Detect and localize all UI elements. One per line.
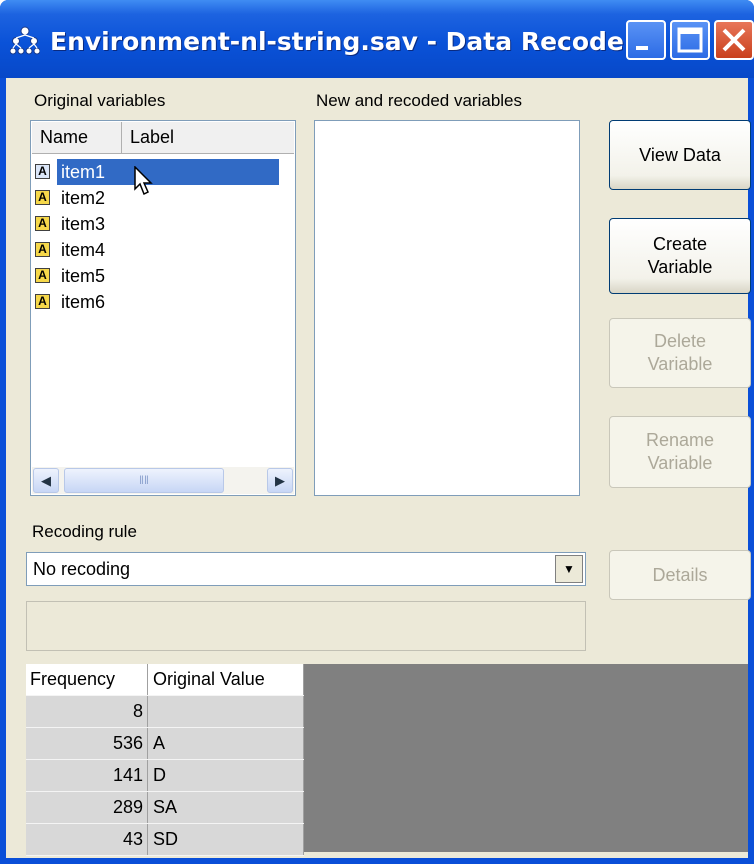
- window-title: Environment-nl-string.sav - Data Recode: [50, 27, 624, 56]
- column-header-original-value[interactable]: Original Value: [148, 664, 304, 695]
- rename-variable-button[interactable]: Rename Variable: [609, 416, 751, 488]
- grip-icon: ‖‖: [139, 473, 149, 487]
- column-header-label[interactable]: Label: [122, 122, 294, 153]
- details-button[interactable]: Details: [609, 550, 751, 600]
- table-row[interactable]: 536 A: [26, 728, 304, 760]
- frequency-table: Frequency Original Value 8 536 A 141 D 2…: [26, 664, 304, 856]
- rename-variable-label-2: Variable: [647, 453, 713, 473]
- string-variable-icon: A: [35, 268, 50, 283]
- details-label: Details: [652, 564, 708, 585]
- rename-variable-label-1: Rename: [645, 430, 715, 450]
- string-variable-icon: A: [35, 190, 50, 205]
- frequency-cell: 536: [26, 728, 148, 759]
- app-tree-icon: [10, 26, 40, 55]
- chevron-left-icon: ◀: [41, 473, 51, 488]
- variable-name: item6: [61, 292, 106, 312]
- mouse-pointer-icon: [134, 166, 153, 196]
- variable-name: item4: [61, 240, 106, 260]
- minimize-icon: [636, 46, 648, 50]
- frequency-grid[interactable]: Frequency Original Value 8 536 A 141 D 2…: [26, 664, 748, 856]
- recoding-rule-select[interactable]: No recoding ▼: [26, 552, 586, 586]
- table-row[interactable]: 141 D: [26, 760, 304, 792]
- view-data-button[interactable]: View Data: [609, 120, 751, 190]
- table-header-row: Frequency Original Value: [26, 664, 304, 696]
- list-header: Name Label: [32, 122, 294, 154]
- delete-variable-button[interactable]: Delete Variable: [609, 318, 751, 388]
- new-variables-label: New and recoded variables: [316, 91, 523, 110]
- column-header-name[interactable]: Name: [32, 122, 122, 153]
- string-variable-icon: A: [35, 164, 50, 179]
- scroll-left-button[interactable]: ◀: [33, 468, 59, 493]
- original-value-cell: A: [148, 728, 304, 759]
- maximize-button[interactable]: [670, 20, 710, 60]
- new-variables-list[interactable]: [314, 120, 580, 496]
- original-variables-list[interactable]: Name Label A item1 A item2 A item3 A ite…: [30, 120, 296, 496]
- recoding-rule-label: Recoding rule: [32, 522, 137, 541]
- frequency-cell: 289: [26, 792, 148, 823]
- string-variable-icon: A: [35, 216, 50, 231]
- original-value-cell: SD: [148, 824, 304, 855]
- horizontal-scrollbar[interactable]: ◀ ‖‖ ▶: [32, 467, 294, 494]
- create-variable-label-1: Create: [652, 234, 708, 254]
- recoding-description-box: [26, 601, 586, 651]
- table-row[interactable]: 43 SD: [26, 824, 304, 856]
- table-row[interactable]: 8: [26, 696, 304, 728]
- string-variable-icon: A: [35, 294, 50, 309]
- chevron-right-icon: ▶: [275, 473, 285, 488]
- close-icon: [722, 28, 746, 52]
- column-header-frequency[interactable]: Frequency: [26, 664, 148, 695]
- data-recode-window: Environment-nl-string.sav - Data Recode …: [0, 0, 754, 864]
- create-variable-label-2: Variable: [647, 257, 713, 277]
- recoding-rule-value: No recoding: [33, 559, 131, 579]
- original-value-cell: [148, 696, 304, 727]
- original-variables-label: Original variables: [34, 91, 166, 110]
- create-variable-button[interactable]: Create Variable: [609, 218, 751, 294]
- view-data-label: View Data: [639, 144, 721, 165]
- dropdown-button[interactable]: ▼: [555, 555, 583, 583]
- original-value-cell: SA: [148, 792, 304, 823]
- frequency-cell: 141: [26, 760, 148, 791]
- scroll-thumb[interactable]: ‖‖: [64, 468, 224, 493]
- title-bar[interactable]: Environment-nl-string.sav - Data Recode: [0, 0, 754, 78]
- close-button[interactable]: [714, 20, 754, 60]
- delete-variable-label-1: Delete: [653, 331, 707, 351]
- frequency-cell: 43: [26, 824, 148, 855]
- frequency-cell: 8: [26, 696, 148, 727]
- maximize-icon: [677, 27, 703, 53]
- table-row[interactable]: 289 SA: [26, 792, 304, 824]
- variable-name: item2: [61, 188, 106, 208]
- variable-name: item3: [61, 214, 106, 234]
- variable-name: item5: [61, 266, 106, 286]
- minimize-button[interactable]: [626, 20, 666, 60]
- original-value-cell: D: [148, 760, 304, 791]
- delete-variable-label-2: Variable: [647, 354, 713, 374]
- chevron-down-icon: ▼: [563, 562, 575, 576]
- string-variable-icon: A: [35, 242, 50, 257]
- dialog-body: Original variables New and recoded varia…: [6, 78, 751, 858]
- variable-name: item1: [57, 159, 279, 185]
- scroll-right-button[interactable]: ▶: [267, 468, 293, 493]
